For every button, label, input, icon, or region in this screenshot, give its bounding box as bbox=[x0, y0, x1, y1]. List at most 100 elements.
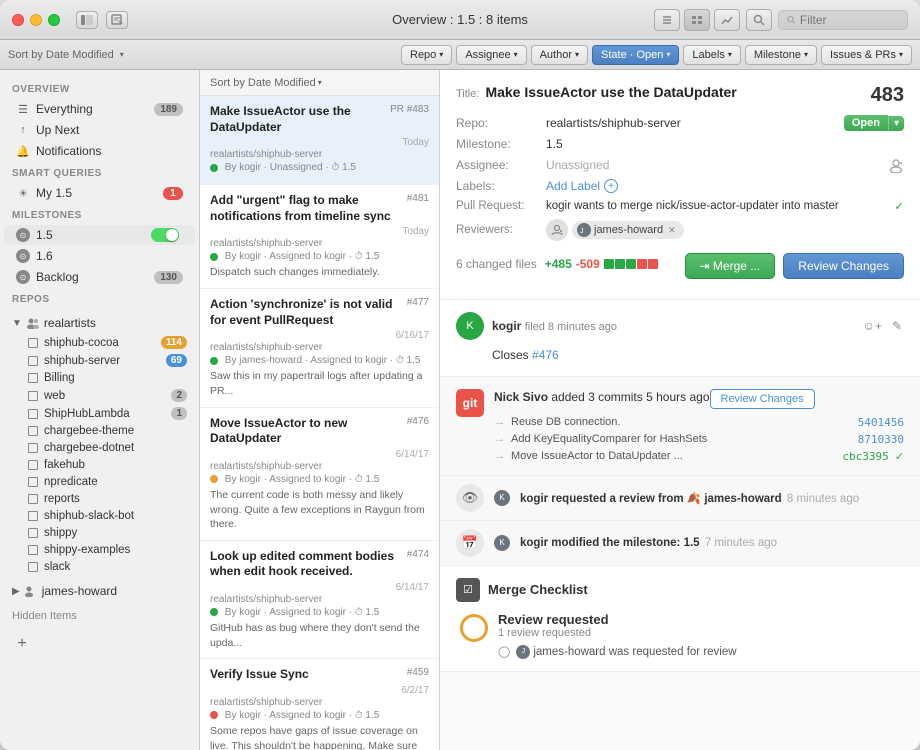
repo-icon-shiphublambda bbox=[28, 409, 38, 419]
open-select-arrow[interactable]: ▾ bbox=[888, 116, 904, 131]
add-reviewer-button[interactable] bbox=[546, 219, 568, 241]
list-view-button[interactable] bbox=[654, 9, 680, 31]
add-label-button[interactable]: + bbox=[604, 179, 618, 193]
issue-number-474: #474 bbox=[407, 549, 429, 560]
repo-item-billing[interactable]: Billing bbox=[4, 370, 195, 386]
issue-item-474[interactable]: Look up edited comment bodies when edit … bbox=[200, 541, 439, 660]
issue-by-474: By kogir · Assigned to kogir · ⏱ 1.5 bbox=[210, 607, 429, 618]
filter-author[interactable]: Author▾ bbox=[531, 45, 588, 65]
issue-dot-477 bbox=[210, 357, 218, 365]
sidebar-item-upnext[interactable]: ↑ Up Next bbox=[4, 120, 195, 140]
search-toggle-button[interactable] bbox=[746, 9, 772, 31]
reviewer-remove-james-howard[interactable]: ✕ bbox=[668, 225, 676, 236]
repo-item-shiphub-cocoa[interactable]: shiphub-cocoa 114 bbox=[4, 334, 195, 351]
comment-smiley-button[interactable]: ☺+ bbox=[861, 317, 884, 335]
sidebar-item-my15[interactable]: ☀ My 1.5 1 bbox=[4, 183, 195, 203]
filter-issues-prs[interactable]: Issues & PRs▾ bbox=[821, 45, 912, 65]
sidebar-item-everything[interactable]: ☰ Everything 189 bbox=[4, 99, 195, 119]
activity-review-btn[interactable]: Review Changes bbox=[710, 389, 815, 409]
checklist-icon: ☑ bbox=[456, 578, 480, 602]
issue-item-483[interactable]: Make IssueActor use the DataUpdater PR #… bbox=[200, 96, 439, 185]
sidebar-section-milestones: Milestones bbox=[0, 204, 199, 224]
filter-assignee[interactable]: Assignee▾ bbox=[456, 45, 526, 65]
repo-label-billing: Billing bbox=[44, 372, 187, 384]
repo-item-shippy-examples[interactable]: shippy-examples bbox=[4, 542, 195, 558]
commit-hash-2[interactable]: 8710330 bbox=[858, 433, 904, 446]
issue-meta-483: realartists/shiphub-server bbox=[210, 149, 429, 160]
eye-icon: 👁 bbox=[456, 484, 484, 512]
repo-group-james-howard[interactable]: ▶ james-howard bbox=[4, 581, 195, 601]
issue-number-459: #459 bbox=[407, 667, 429, 678]
compose-button[interactable] bbox=[106, 11, 128, 29]
review-status-title: Review requested bbox=[498, 612, 900, 627]
sidebar-badge-everything: 189 bbox=[154, 103, 183, 116]
detail-labels-row: Labels: Add Label + bbox=[456, 179, 904, 193]
detail-reviewers-label: Reviewers: bbox=[456, 224, 546, 236]
repo-item-shiphub-slack-bot[interactable]: shiphub-slack-bot bbox=[4, 508, 195, 524]
repo-item-shiphub-server[interactable]: shiphub-server 69 bbox=[4, 352, 195, 369]
repo-item-shippy[interactable]: shippy bbox=[4, 525, 195, 541]
detail-milestone-label: Milestone: bbox=[456, 137, 546, 151]
search-bar[interactable] bbox=[778, 10, 908, 30]
grid-view-button[interactable] bbox=[684, 9, 710, 31]
repo-group-header-realartists[interactable]: ▼ realartists bbox=[4, 313, 195, 333]
comment-link[interactable]: #476 bbox=[532, 348, 559, 362]
filter-repo[interactable]: Repo▾ bbox=[401, 45, 452, 65]
diff-bar-5 bbox=[648, 259, 658, 269]
assign-person-icon[interactable] bbox=[888, 157, 904, 173]
add-label-link[interactable]: Add Label bbox=[546, 179, 600, 193]
filter-state[interactable]: State · Open▾ bbox=[592, 45, 679, 65]
sort-label[interactable]: Sort by Date Modified bbox=[8, 49, 114, 61]
issue-sort-label[interactable]: Sort by Date Modified bbox=[210, 77, 316, 89]
repo-item-fakehub[interactable]: fakehub bbox=[4, 457, 195, 473]
repo-item-npredicate[interactable]: npredicate bbox=[4, 474, 195, 490]
chart-view-button[interactable] bbox=[714, 9, 740, 31]
sidebar-milestone-16[interactable]: ⊙ 1.6 bbox=[4, 246, 195, 266]
sidebar-toggle-button[interactable] bbox=[76, 11, 98, 29]
commit-item-2: → Add KeyEqualityComparer for HashSets 8… bbox=[494, 431, 904, 448]
window-title: Overview : 1.5 : 8 items bbox=[392, 12, 528, 27]
sidebar-add-button[interactable]: + bbox=[12, 634, 32, 654]
commit-hash-3[interactable]: cbc3395 bbox=[842, 450, 888, 463]
maximize-button[interactable] bbox=[48, 14, 60, 26]
close-button[interactable] bbox=[12, 14, 24, 26]
search-input[interactable] bbox=[800, 13, 899, 27]
commit-hash-1[interactable]: 5401456 bbox=[858, 416, 904, 429]
repo-item-reports[interactable]: reports bbox=[4, 491, 195, 507]
issue-item-459[interactable]: Verify Issue Sync #459 6/2/17 realartist… bbox=[200, 659, 439, 750]
review-changes-button[interactable]: Review Changes bbox=[783, 253, 904, 279]
event-avatar-kogir-2: K bbox=[494, 535, 510, 551]
event-reviewer-name: james-howard bbox=[704, 493, 781, 505]
sidebar-item-notifications[interactable]: 🔔 Notifications bbox=[4, 141, 195, 161]
repo-item-chargebee-theme[interactable]: chargebee-theme bbox=[4, 423, 195, 439]
merge-button[interactable]: ⇥ Merge ... bbox=[685, 253, 776, 279]
repo-icon-npredicate bbox=[28, 477, 38, 487]
repo-item-web[interactable]: web 2 bbox=[4, 387, 195, 404]
sidebar-milestone-15[interactable]: ⊙ 1.5 bbox=[4, 225, 195, 245]
issue-item-477[interactable]: Action 'synchronize' is not valid for ev… bbox=[200, 289, 439, 408]
search-icon bbox=[787, 15, 796, 25]
reviewer-chips: J james-howard ✕ bbox=[546, 219, 684, 241]
issue-item-481[interactable]: Add "urgent" flag to make notifications … bbox=[200, 185, 439, 289]
repo-badge-shiphub-server: 69 bbox=[166, 354, 187, 367]
repo-item-chargebee-dotnet[interactable]: chargebee-dotnet bbox=[4, 440, 195, 456]
repo-label-shippy: shippy bbox=[44, 527, 187, 539]
comment-edit-button[interactable]: ✎ bbox=[890, 317, 904, 335]
issue-by-476: By kogir · Assigned to kogir · ⏱ 1.5 bbox=[210, 474, 429, 485]
repo-icon-shippy bbox=[28, 528, 38, 538]
sidebar-milestone-backlog[interactable]: ⊙ Backlog 130 bbox=[4, 267, 195, 287]
minimize-button[interactable] bbox=[30, 14, 42, 26]
filter-labels[interactable]: Labels▾ bbox=[683, 45, 740, 65]
reviewer-name-chip: J james-howard was requested for review bbox=[516, 645, 736, 659]
commit-arrow-2: → bbox=[494, 433, 505, 445]
repo-item-shiphublambda[interactable]: ShipHubLambda 1 bbox=[4, 405, 195, 422]
event-time-review-request: 8 minutes ago bbox=[787, 493, 859, 505]
filter-milestone[interactable]: Milestone▾ bbox=[745, 45, 817, 65]
titlebar-right bbox=[654, 9, 908, 31]
milestone-15-toggle[interactable] bbox=[151, 228, 179, 242]
repo-item-slack[interactable]: slack bbox=[4, 559, 195, 575]
issue-desc-459: Some repos have gaps of issue coverage o… bbox=[210, 724, 429, 750]
open-state-select[interactable]: Open ▾ bbox=[844, 115, 904, 131]
notifications-icon: 🔔 bbox=[16, 144, 30, 158]
issue-item-476[interactable]: Move IssueActor to new DataUpdater #476 … bbox=[200, 408, 439, 541]
